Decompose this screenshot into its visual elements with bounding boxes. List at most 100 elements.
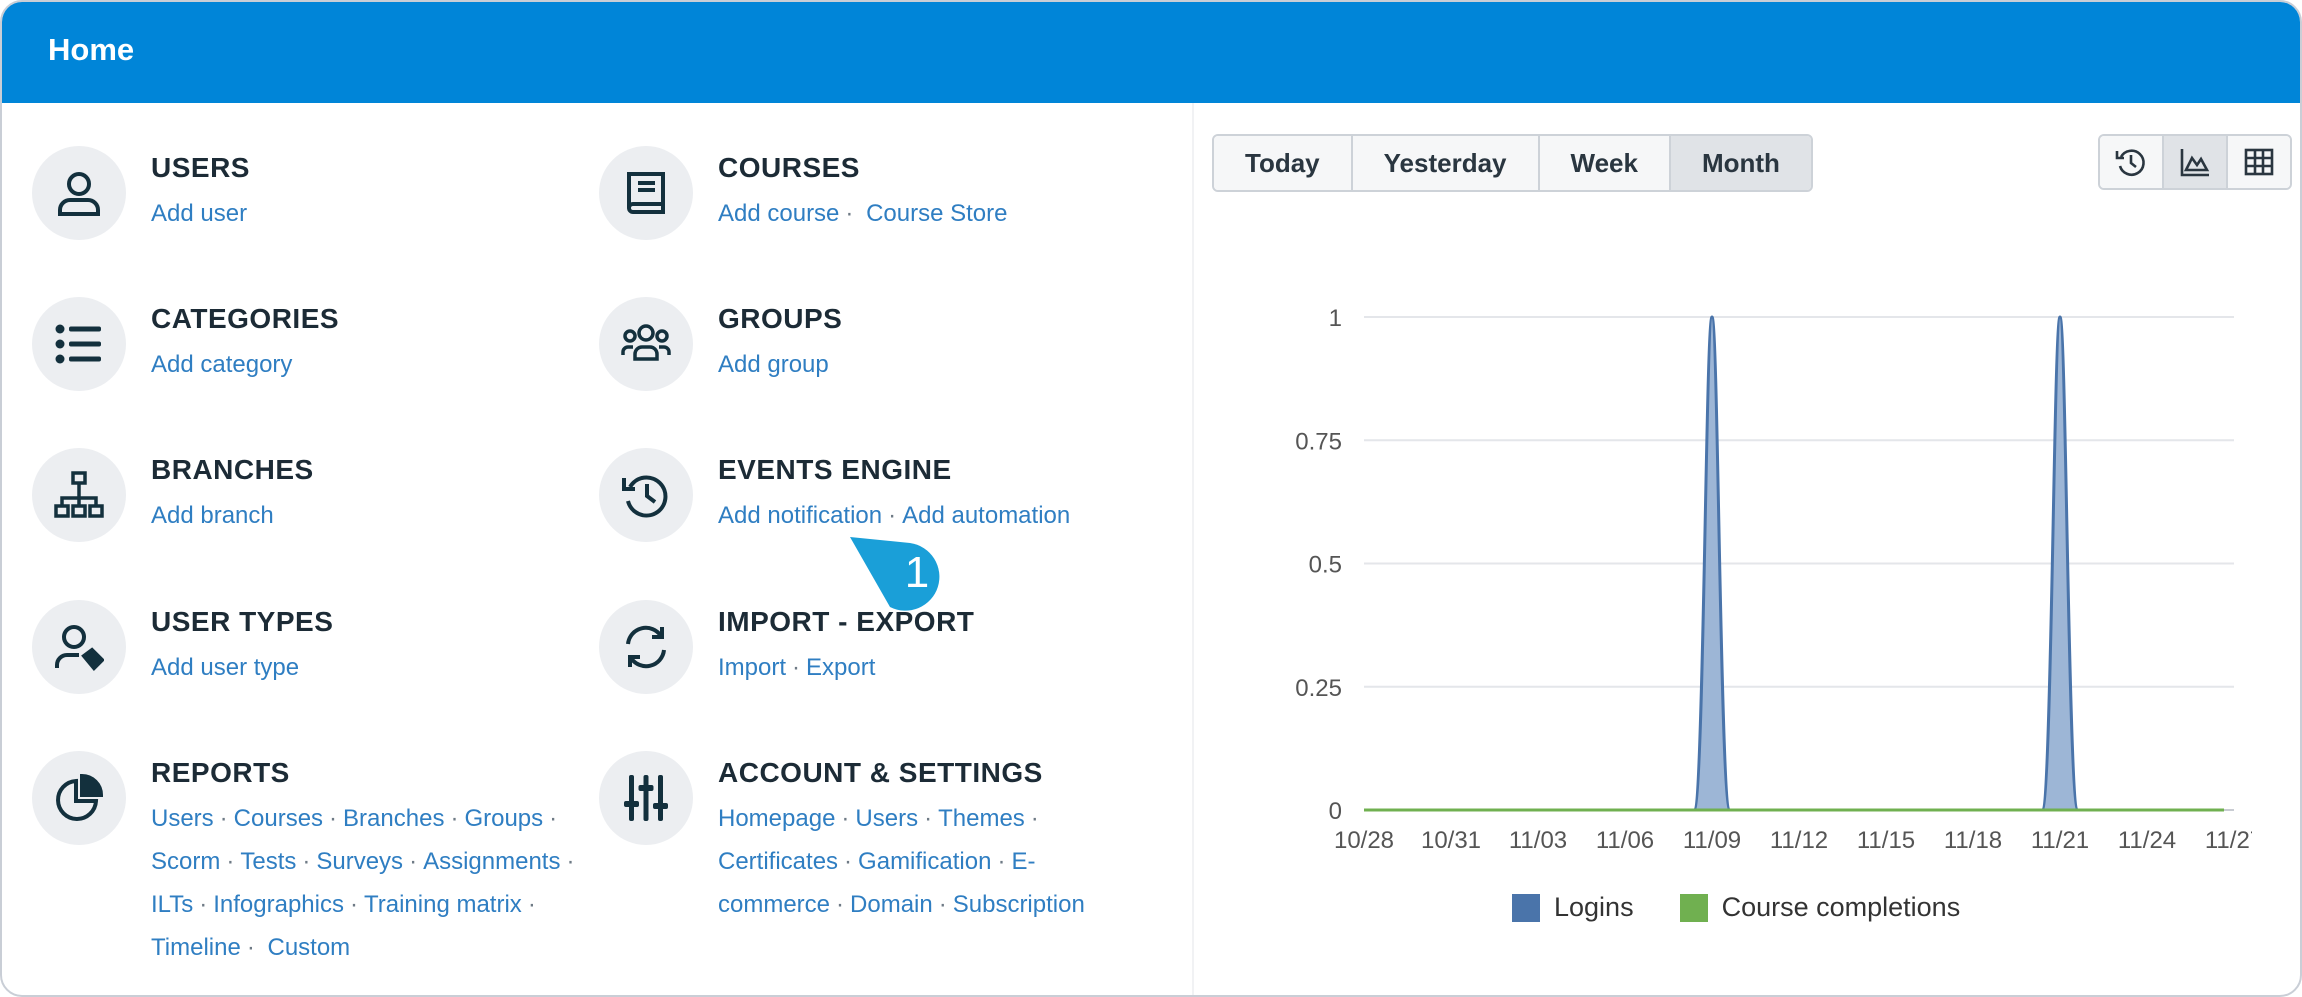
link-report-branches[interactable]: Branches — [343, 805, 444, 832]
link-report-custom[interactable]: Custom — [267, 934, 350, 961]
user-tag-icon — [55, 625, 104, 671]
view-history-button[interactable] — [2100, 136, 2164, 188]
links-users: Add user — [151, 192, 247, 235]
table-icon — [2244, 148, 2274, 176]
links-user-types: Add user type — [151, 646, 299, 689]
y-tick-label: 0 — [1329, 798, 1342, 825]
account-icon-circle[interactable] — [599, 751, 693, 845]
link-ecommerce-part2: commerce — [718, 891, 831, 918]
courses-icon-circle[interactable] — [599, 146, 693, 240]
link-report-infographics[interactable]: Infographics — [213, 891, 344, 918]
x-tick-label: 10/31 — [1421, 827, 1481, 854]
y-tick-label: 0.5 — [1309, 552, 1342, 579]
link-themes[interactable]: Themes — [938, 805, 1025, 832]
period-yesterday-button[interactable]: Yesterday — [1352, 136, 1540, 190]
book-icon — [627, 172, 665, 214]
link-report-surveys[interactable]: Surveys — [316, 848, 403, 875]
categories-icon-circle[interactable] — [32, 297, 126, 391]
history-icon — [622, 475, 668, 518]
link-add-category[interactable]: Add category — [151, 351, 292, 378]
legend-item-logins[interactable]: Logins — [1512, 892, 1634, 923]
reports-icon-circle[interactable] — [32, 751, 126, 845]
legend-item-course-completions[interactable]: Course completions — [1679, 892, 1961, 923]
legend-label-course-completions: Course completions — [1721, 892, 1961, 922]
x-tick-label: 10/28 — [1334, 827, 1394, 854]
link-homepage[interactable]: Homepage — [718, 805, 835, 832]
tile-title-courses: COURSES — [718, 152, 860, 183]
tile-title-reports: REPORTS — [151, 757, 290, 788]
links-account-settings: Homepage · Users · Themes · Certificates · Gami… — [718, 805, 1085, 918]
link-report-courses[interactable]: Courses — [234, 805, 323, 832]
x-tick-label: 11/15 — [1857, 827, 1915, 854]
callout-number: 1 — [904, 548, 930, 597]
branches-icon-circle[interactable] — [32, 448, 126, 542]
link-report-assignments[interactable]: Assignments — [423, 848, 560, 875]
link-add-notification[interactable]: Add notification — [718, 502, 882, 529]
period-selector: Today Yesterday Week Month — [1212, 134, 1813, 192]
link-report-tests[interactable]: Tests — [240, 848, 296, 875]
link-domain[interactable]: Domain — [850, 891, 933, 918]
events-icon-circle[interactable] — [599, 448, 693, 542]
link-report-groups[interactable]: Groups — [464, 805, 543, 832]
y-tick-label: 1 — [1329, 305, 1342, 332]
history-icon — [2115, 149, 2145, 176]
links-branches: Add branch — [151, 494, 274, 537]
user-icon — [58, 172, 100, 216]
column-divider — [1192, 103, 1194, 995]
tile-title-events-engine: EVENTS ENGINE — [718, 454, 952, 485]
x-tick-label: 11/03 — [1509, 827, 1567, 854]
link-report-training-matrix[interactable]: Training matrix — [364, 891, 522, 918]
page-title: Home — [48, 32, 135, 67]
link-account-users[interactable]: Users — [855, 805, 918, 832]
link-add-user[interactable]: Add user — [151, 200, 247, 227]
tile-title-categories: CATEGORIES — [151, 303, 340, 334]
link-ecommerce-cont[interactable]: commerce — [718, 891, 830, 918]
link-report-users[interactable]: Users — [151, 805, 214, 832]
link-add-group[interactable]: Add group — [718, 351, 829, 378]
period-today-button[interactable]: Today — [1214, 136, 1353, 190]
link-ecommerce-part1: E- — [1011, 848, 1036, 875]
sliders-icon — [624, 775, 668, 821]
activity-chart: 0 0.25 0.5 0.75 1 10/28 10/31 11/03 11/06 11/09 11… — [1295, 305, 2252, 854]
x-tick-label: 11/27 — [2205, 827, 2252, 854]
tile-title-account-settings: ACCOUNT & SETTINGS — [718, 757, 1043, 788]
link-ecommerce[interactable]: E- — [1011, 848, 1035, 875]
link-report-timeline[interactable]: Timeline — [151, 934, 241, 961]
users-icon-circle[interactable] — [32, 146, 126, 240]
x-tick-label: 11/21 — [2031, 827, 2089, 854]
link-add-automation[interactable]: Add automation — [902, 502, 1070, 529]
link-add-user-type[interactable]: Add user type — [151, 654, 299, 681]
links-groups: Add group — [718, 343, 829, 386]
x-tick-label: 11/12 — [1770, 827, 1828, 854]
link-course-store[interactable]: Course Store — [866, 200, 1007, 227]
period-month-button[interactable]: Month — [1670, 136, 1811, 190]
links-events-engine: Add notification · Add automation — [718, 502, 1071, 529]
area-chart-icon — [2180, 149, 2210, 177]
link-add-course[interactable]: Add course — [718, 200, 839, 227]
link-gamification[interactable]: Gamification — [858, 848, 991, 875]
groups-icon-circle[interactable] — [599, 297, 693, 391]
view-table-button[interactable] — [2228, 136, 2290, 188]
tile-title-users: USERS — [151, 152, 250, 183]
y-tick-label: 0.75 — [1295, 428, 1342, 455]
links-import-export: Import · Export — [718, 654, 876, 681]
link-export[interactable]: Export — [806, 654, 875, 681]
x-tick-label: 11/09 — [1683, 827, 1741, 854]
link-certificates[interactable]: Certificates — [718, 848, 838, 875]
period-week-button[interactable]: Week — [1539, 136, 1671, 190]
import-export-icon-circle[interactable] — [599, 600, 693, 694]
legend-label-logins: Logins — [1554, 892, 1634, 922]
sync-icon — [626, 625, 666, 669]
user-types-icon-circle[interactable] — [32, 600, 126, 694]
view-selector — [2098, 134, 2292, 190]
legend-swatch-course-completions — [1679, 893, 1708, 922]
link-report-scorm[interactable]: Scorm — [151, 848, 220, 875]
link-report-ilts[interactable]: ILTs — [151, 891, 193, 918]
link-subscription[interactable]: Subscription — [953, 891, 1085, 918]
legend-swatch-logins — [1512, 893, 1540, 922]
view-area-chart-button[interactable] — [2164, 136, 2228, 188]
link-add-branch[interactable]: Add branch — [151, 502, 274, 529]
home-dashboard: Home USERS Add user CATEGORIES Add categ… — [0, 0, 2302, 997]
link-import[interactable]: Import — [718, 654, 786, 681]
users-group-icon — [621, 324, 671, 361]
